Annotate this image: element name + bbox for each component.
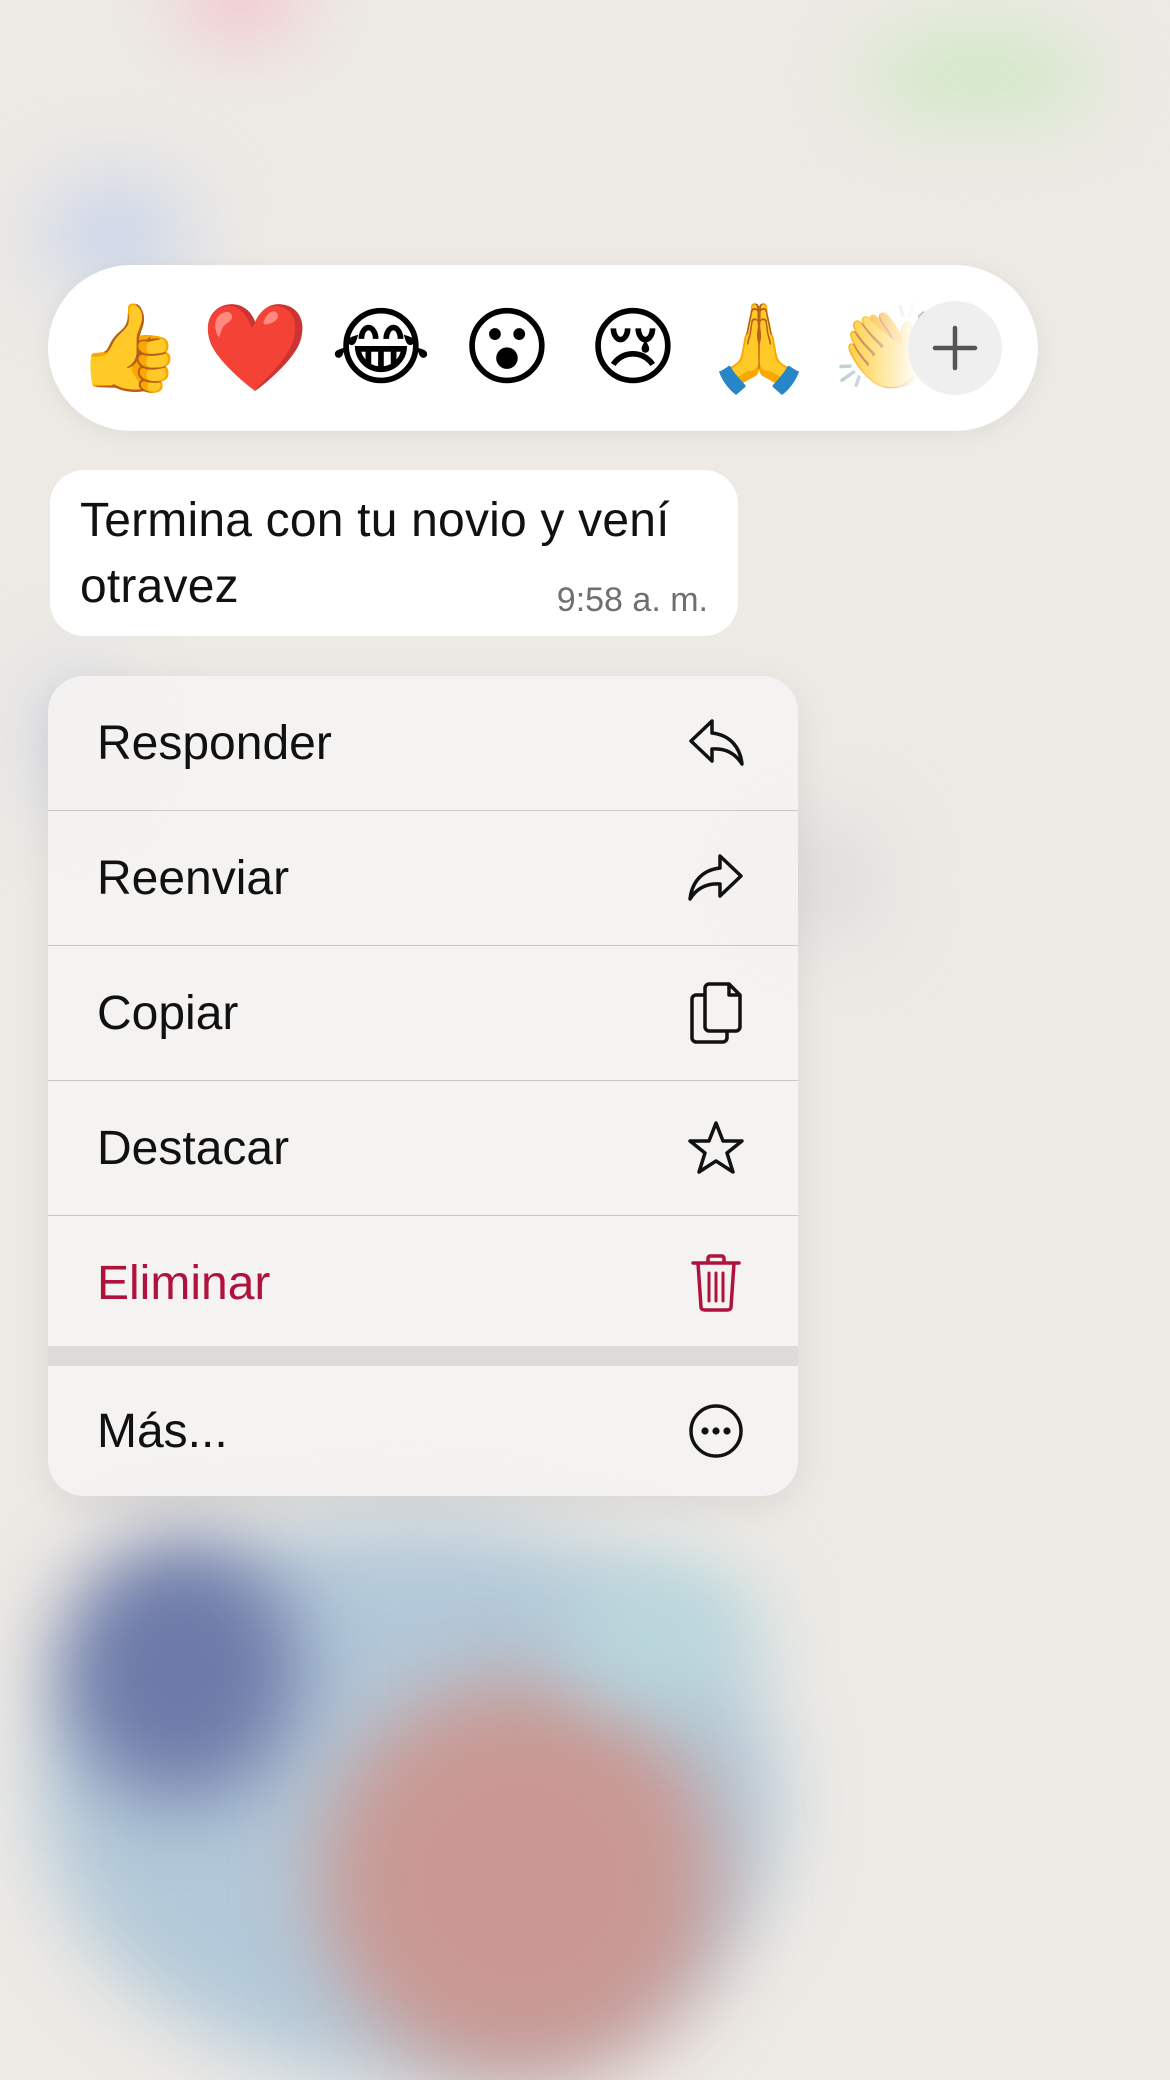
background-blob bbox=[180, 0, 300, 30]
menu-item-label: Más... bbox=[97, 1404, 228, 1458]
message-bubble[interactable]: Termina con tu novio y vení otravez 9:58… bbox=[50, 470, 738, 636]
reaction-thumbs-up[interactable]: 👍 bbox=[74, 265, 184, 431]
menu-item-reply[interactable]: Responder bbox=[48, 676, 798, 810]
star-icon bbox=[686, 1118, 746, 1178]
menu-item-more[interactable]: Más... bbox=[48, 1366, 798, 1496]
reaction-sad[interactable]: 😢 bbox=[578, 265, 688, 431]
background-blob bbox=[860, 30, 1100, 120]
message-timestamp: 9:58 a. m. bbox=[556, 581, 708, 619]
menu-item-label: Responder bbox=[97, 716, 332, 770]
menu-item-label: Destacar bbox=[97, 1121, 290, 1175]
praying-hands-icon: 🙏 bbox=[705, 298, 813, 398]
background-blob bbox=[60, 1540, 300, 1800]
laughing-face-icon: 😂 bbox=[330, 298, 432, 398]
menu-item-delete[interactable]: Eliminar bbox=[48, 1216, 798, 1350]
plus-icon bbox=[932, 325, 978, 371]
menu-item-label: Eliminar bbox=[97, 1256, 271, 1310]
menu-item-label: Copiar bbox=[97, 986, 239, 1040]
more-reactions-button[interactable] bbox=[908, 301, 1002, 395]
reaction-pray[interactable]: 🙏 bbox=[704, 265, 814, 431]
crying-face-icon: 😢 bbox=[588, 298, 678, 398]
menu-item-copy[interactable]: Copiar bbox=[48, 946, 798, 1080]
heart-icon: ❤️ bbox=[201, 298, 309, 398]
message-context-menu: Responder Reenviar Copiar Destacar Elimi… bbox=[48, 676, 798, 1496]
reaction-heart[interactable]: ❤️ bbox=[200, 265, 310, 431]
forward-icon bbox=[686, 848, 746, 908]
trash-icon bbox=[686, 1253, 746, 1313]
reaction-bar: 👍 ❤️ 😂 😮 😢 🙏 👏 bbox=[48, 265, 1038, 431]
reaction-laugh[interactable]: 😂 bbox=[326, 265, 436, 431]
reaction-fade bbox=[838, 265, 918, 431]
thumbs-up-icon: 👍 bbox=[75, 298, 183, 398]
background-blob bbox=[560, 1560, 760, 1700]
background-blob bbox=[320, 1680, 720, 2080]
menu-item-forward[interactable]: Reenviar bbox=[48, 811, 798, 945]
reply-icon bbox=[686, 713, 746, 773]
more-icon bbox=[686, 1401, 746, 1461]
surprised-face-icon: 😮 bbox=[462, 298, 552, 398]
menu-section-gap bbox=[48, 1346, 798, 1366]
reaction-surprised[interactable]: 😮 bbox=[452, 265, 562, 431]
menu-item-star[interactable]: Destacar bbox=[48, 1081, 798, 1215]
copy-icon bbox=[686, 982, 746, 1044]
menu-item-label: Reenviar bbox=[97, 851, 290, 905]
